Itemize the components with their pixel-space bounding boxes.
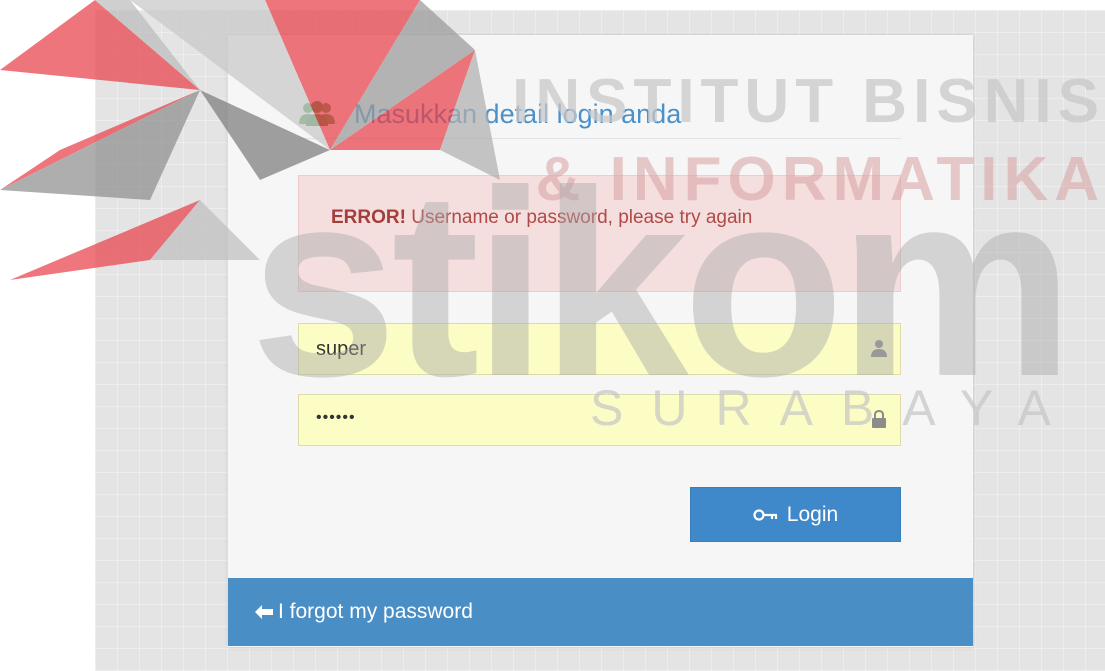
username-field[interactable]: super xyxy=(298,323,901,375)
password-field[interactable]: •••••• xyxy=(298,394,901,446)
password-value: •••••• xyxy=(316,409,356,426)
error-alert: ERROR! Username or password, please try … xyxy=(298,175,901,292)
forgot-password-link[interactable]: I forgot my password xyxy=(254,578,473,646)
arrow-left-icon xyxy=(255,605,273,619)
login-heading: Masukkan detail login anda xyxy=(298,90,901,139)
forgot-password-label: I forgot my password xyxy=(278,600,473,623)
login-button-label: Login xyxy=(786,502,839,526)
error-label: ERROR! xyxy=(331,207,406,228)
user-icon xyxy=(871,340,887,357)
login-button[interactable]: Login xyxy=(690,487,901,542)
error-alert-text: ERROR! Username or password, please try … xyxy=(331,204,871,232)
login-footer: I forgot my password xyxy=(228,578,973,646)
key-icon xyxy=(753,508,777,521)
login-heading-text: Masukkan detail login anda xyxy=(354,98,682,129)
login-page: Masukkan detail login anda ERROR! Userna… xyxy=(0,0,1105,671)
lock-icon xyxy=(872,409,886,428)
error-message: Username or password, please try again xyxy=(411,207,753,228)
users-icon xyxy=(299,101,335,126)
username-value: super xyxy=(316,338,367,360)
